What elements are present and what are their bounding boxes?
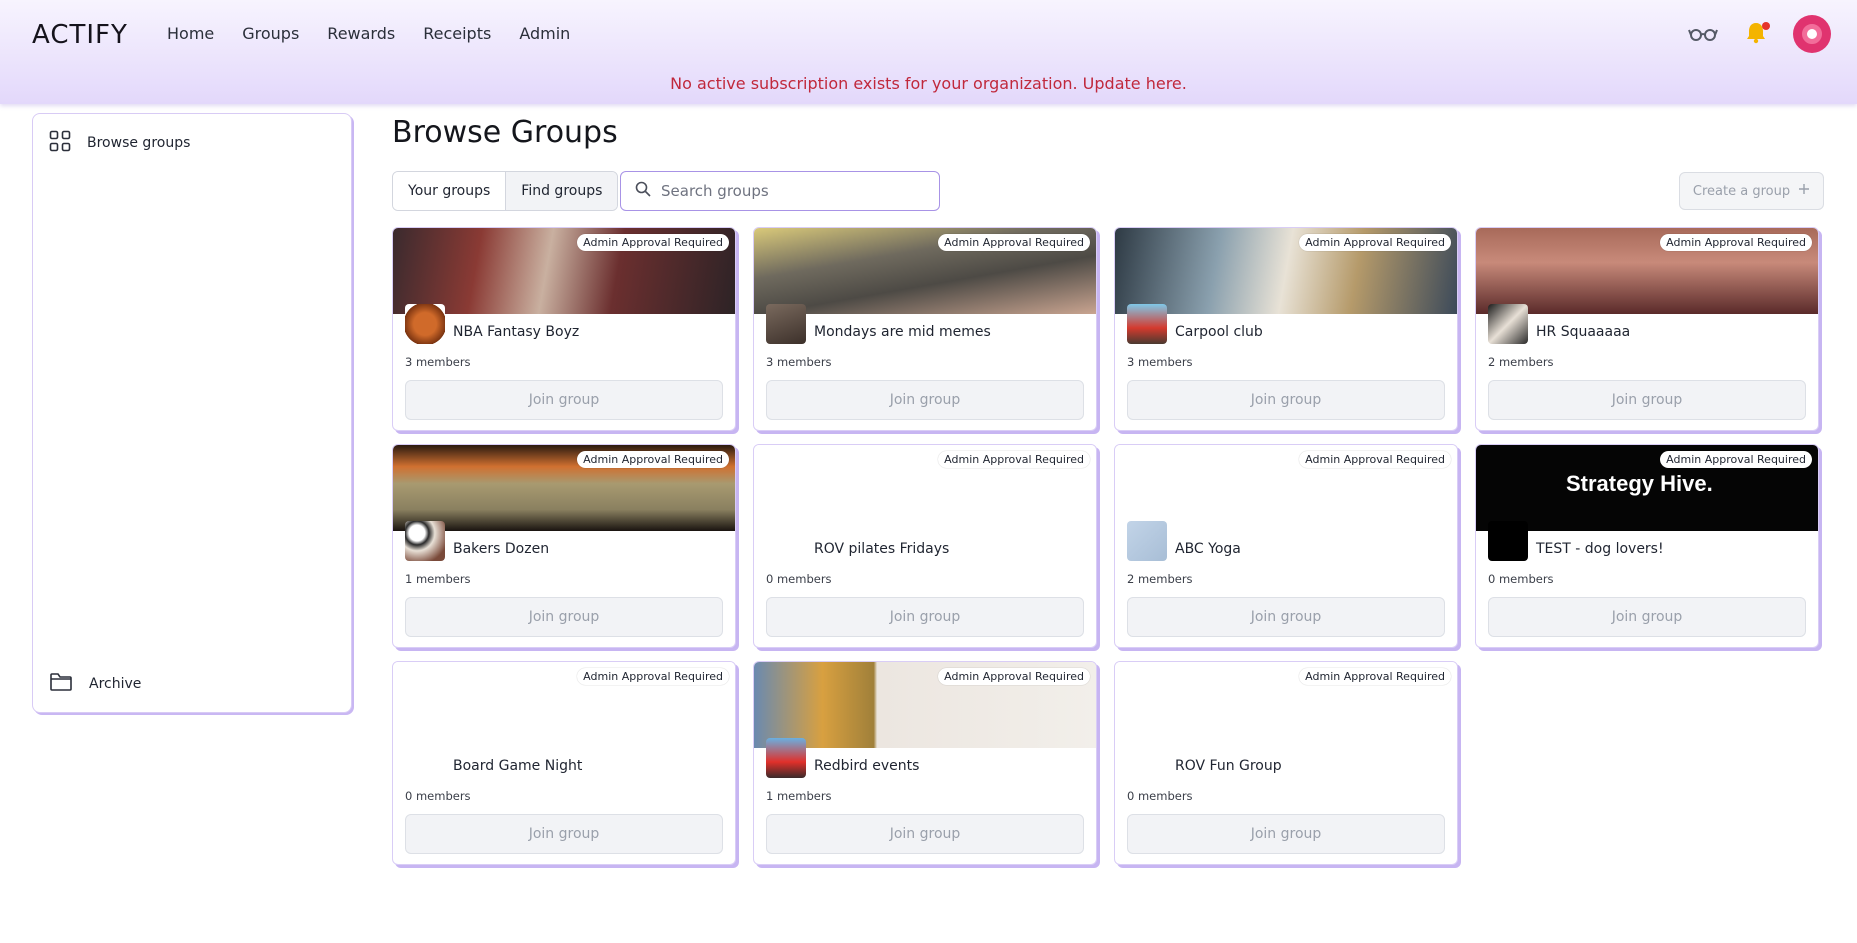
- group-card[interactable]: Admin Approval Required Redbird events 1 m…: [753, 661, 1097, 865]
- group-thumbnail: [405, 304, 445, 344]
- group-card[interactable]: Admin Approval Required Carpool club 3 mem…: [1114, 227, 1458, 431]
- join-group-button[interactable]: Join group: [1127, 597, 1445, 637]
- nav-groups[interactable]: Groups: [242, 24, 299, 43]
- sidebar: Browse groups Archive: [32, 113, 352, 713]
- member-count: 0 members: [1488, 572, 1554, 586]
- user-avatar[interactable]: [1793, 15, 1831, 53]
- group-name[interactable]: Bakers Dozen: [453, 541, 549, 557]
- group-name[interactable]: Carpool club: [1175, 324, 1263, 340]
- tab-find-groups[interactable]: Find groups: [505, 172, 618, 210]
- approval-badge: Admin Approval Required: [938, 668, 1090, 685]
- tab-your-groups[interactable]: Your groups: [393, 172, 506, 210]
- nav-home[interactable]: Home: [167, 24, 214, 43]
- group-thumbnail: [766, 304, 806, 344]
- group-card[interactable]: Admin Approval Required Bakers Dozen 1 mem…: [392, 444, 736, 648]
- folder-icon: [49, 672, 73, 696]
- approval-badge: Admin Approval Required: [1299, 234, 1451, 251]
- approval-badge: Admin Approval Required: [1299, 451, 1451, 468]
- group-card[interactable]: Strategy Hive. Admin Approval Required TES…: [1475, 444, 1819, 648]
- search-box: [620, 171, 940, 211]
- group-name[interactable]: Board Game Night: [453, 758, 582, 774]
- group-thumbnail: [1488, 521, 1528, 561]
- create-group-label: Create a group: [1692, 183, 1791, 199]
- nav-rewards[interactable]: Rewards: [327, 24, 395, 43]
- page-title: Browse Groups: [392, 115, 618, 150]
- member-count: 2 members: [1488, 355, 1554, 369]
- group-thumbnail: [405, 521, 445, 561]
- group-tabs: Your groups Find groups: [392, 171, 619, 211]
- sidebar-item-label: Browse groups: [87, 135, 191, 151]
- group-name[interactable]: TEST - dog lovers!: [1536, 541, 1664, 557]
- approval-badge: Admin Approval Required: [577, 668, 729, 685]
- plus-icon: [1798, 183, 1810, 199]
- approval-badge: Admin Approval Required: [1660, 234, 1812, 251]
- nav-admin[interactable]: Admin: [519, 24, 570, 43]
- approval-badge: Admin Approval Required: [577, 451, 729, 468]
- join-group-button[interactable]: Join group: [405, 814, 723, 854]
- group-card[interactable]: Admin Approval Required Mondays are mid m…: [753, 227, 1097, 431]
- group-card[interactable]: Admin Approval Required ABC Yoga 2 members…: [1114, 444, 1458, 648]
- group-card[interactable]: Admin Approval Required ROV pilates Frida…: [753, 444, 1097, 648]
- group-thumbnail: [766, 521, 806, 561]
- group-name[interactable]: ABC Yoga: [1175, 541, 1241, 557]
- group-thumbnail: [1127, 304, 1167, 344]
- group-name[interactable]: ROV pilates Fridays: [814, 541, 949, 557]
- group-name[interactable]: HR Squaaaaa: [1536, 324, 1630, 340]
- approval-badge: Admin Approval Required: [1299, 668, 1451, 685]
- join-group-button[interactable]: Join group: [766, 814, 1084, 854]
- group-name[interactable]: ROV Fun Group: [1175, 758, 1282, 774]
- approval-badge: Admin Approval Required: [938, 451, 1090, 468]
- sidebar-item-archive[interactable]: Archive: [49, 672, 141, 696]
- group-card[interactable]: Admin Approval Required HR Squaaaaa 2 memb…: [1475, 227, 1819, 431]
- member-count: 0 members: [1127, 789, 1193, 803]
- join-group-button[interactable]: Join group: [405, 597, 723, 637]
- group-thumbnail: [766, 738, 806, 778]
- member-count: 3 members: [405, 355, 471, 369]
- group-card[interactable]: Admin Approval Required NBA Fantasy Boyz 3…: [392, 227, 736, 431]
- join-group-button[interactable]: Join group: [1127, 380, 1445, 420]
- bell-icon[interactable]: [1745, 20, 1770, 48]
- group-thumbnail: [1127, 521, 1167, 561]
- join-group-button[interactable]: Join group: [1127, 814, 1445, 854]
- search-icon: [635, 181, 651, 201]
- sidebar-item-browse-groups[interactable]: Browse groups: [49, 130, 190, 156]
- member-count: 0 members: [405, 789, 471, 803]
- approval-badge: Admin Approval Required: [1660, 451, 1812, 468]
- group-name[interactable]: NBA Fantasy Boyz: [453, 324, 579, 340]
- member-count: 3 members: [1127, 355, 1193, 369]
- join-group-button[interactable]: Join group: [766, 380, 1084, 420]
- group-thumbnail: [405, 738, 445, 778]
- member-count: 2 members: [1127, 572, 1193, 586]
- nav-receipts[interactable]: Receipts: [423, 24, 491, 43]
- group-name[interactable]: Redbird events: [814, 758, 919, 774]
- actify-logo[interactable]: ACTIFY: [32, 20, 128, 50]
- join-group-button[interactable]: Join group: [405, 380, 723, 420]
- cover-logo-text: Strategy Hive.: [1566, 471, 1713, 496]
- group-thumbnail: [1488, 304, 1528, 344]
- create-group-button[interactable]: Create a group: [1679, 172, 1824, 210]
- search-input[interactable]: [661, 182, 921, 200]
- join-group-button[interactable]: Join group: [766, 597, 1084, 637]
- grid-icon: [49, 130, 71, 156]
- group-thumbnail: [1127, 738, 1167, 778]
- sidebar-item-label: Archive: [89, 676, 142, 692]
- join-group-button[interactable]: Join group: [1488, 597, 1806, 637]
- main-nav: Home Groups Rewards Receipts Admin: [167, 24, 570, 43]
- group-name[interactable]: Mondays are mid memes: [814, 324, 991, 340]
- member-count: 1 members: [405, 572, 471, 586]
- member-count: 3 members: [766, 355, 832, 369]
- member-count: 1 members: [766, 789, 832, 803]
- join-group-button[interactable]: Join group: [1488, 380, 1806, 420]
- top-header: ACTIFY Home Groups Rewards Receipts Admi…: [0, 0, 1857, 104]
- glasses-icon[interactable]: [1688, 24, 1718, 48]
- notification-dot: [1762, 22, 1770, 30]
- subscription-banner[interactable]: No active subscription exists for your o…: [0, 74, 1857, 93]
- approval-badge: Admin Approval Required: [938, 234, 1090, 251]
- approval-badge: Admin Approval Required: [577, 234, 729, 251]
- group-card[interactable]: Admin Approval Required ROV Fun Group 0 me…: [1114, 661, 1458, 865]
- group-card[interactable]: Admin Approval Required Board Game Night 0…: [392, 661, 736, 865]
- member-count: 0 members: [766, 572, 832, 586]
